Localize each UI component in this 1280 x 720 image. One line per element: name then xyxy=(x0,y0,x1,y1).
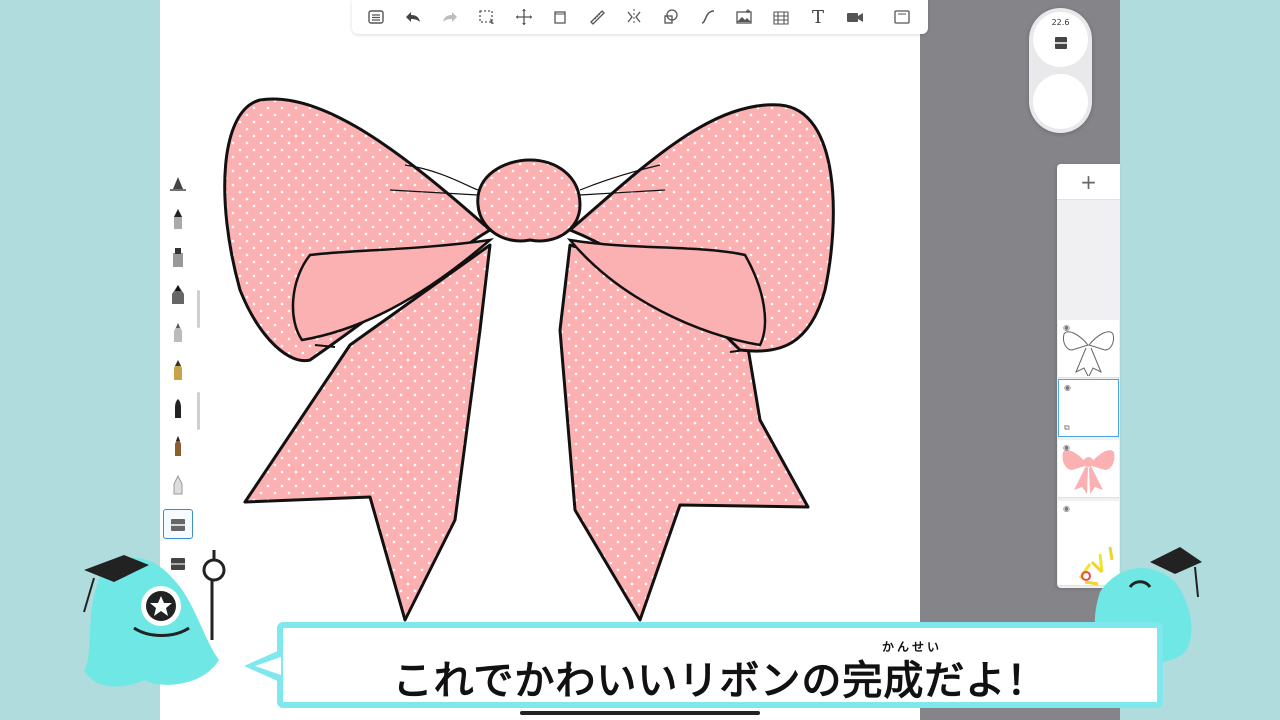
brush-pencil-icon[interactable] xyxy=(163,205,193,235)
brush-eraser-icon[interactable] xyxy=(163,509,193,539)
layer-lock-icon: ⧉ xyxy=(1064,423,1070,432)
text-icon[interactable]: T xyxy=(800,0,837,34)
image-icon[interactable] xyxy=(726,0,763,34)
eye-icon[interactable]: ◉ xyxy=(1064,383,1071,392)
perspective-grid-icon[interactable] xyxy=(763,0,800,34)
eye-icon[interactable]: ◉ xyxy=(1063,504,1070,513)
mascot-left xyxy=(83,550,226,687)
brush-opacity-control[interactable] xyxy=(1033,74,1088,129)
layer-empty[interactable]: ◉ ⧉ xyxy=(1058,379,1119,437)
video-icon[interactable] xyxy=(836,0,873,34)
redo-icon[interactable] xyxy=(432,0,469,34)
brush-airbrush-icon[interactable] xyxy=(163,318,193,348)
eye-icon[interactable]: ◉ xyxy=(1063,443,1070,452)
caption-box: かんせい これでかわいいリボンの完成だよ！ xyxy=(277,622,1163,708)
curve-icon[interactable] xyxy=(689,0,726,34)
brush-paint-icon[interactable] xyxy=(163,432,193,462)
brush-round-icon[interactable] xyxy=(163,394,193,424)
menu-list-icon[interactable] xyxy=(358,0,395,34)
brush-size-control[interactable]: 22.6 xyxy=(1033,12,1088,67)
eye-icon[interactable]: ◉ xyxy=(1063,323,1070,332)
add-layer-button[interactable]: + xyxy=(1057,164,1120,200)
brush-marker-icon[interactable] xyxy=(163,243,193,273)
fullscreen-icon[interactable] xyxy=(883,0,920,34)
eraser-icon xyxy=(1054,37,1067,49)
undo-icon[interactable] xyxy=(395,0,432,34)
symmetry-icon[interactable] xyxy=(616,0,653,34)
opacity-slider-track[interactable] xyxy=(197,392,200,430)
transform-icon[interactable] xyxy=(505,0,542,34)
layer-pink-ribbon[interactable]: ◉ xyxy=(1058,440,1119,498)
brush-library xyxy=(160,165,196,585)
home-indicator[interactable] xyxy=(520,711,760,715)
caption-pointer-inner xyxy=(255,657,281,675)
add-layer-label: + xyxy=(1080,169,1097,194)
ruler-icon[interactable] xyxy=(579,0,616,34)
selection-icon[interactable] xyxy=(468,0,505,34)
ribbon-knot xyxy=(476,158,582,243)
ribbon-artwork xyxy=(223,97,835,622)
layer-outline[interactable]: ◉ xyxy=(1058,320,1119,378)
text-tool-label: T xyxy=(811,6,824,28)
caption-text: これでかわいいリボンの完成だよ！ xyxy=(392,658,1048,704)
drawing-canvas[interactable] xyxy=(160,0,920,720)
brush-puck[interactable]: 22.6 xyxy=(1029,8,1092,133)
size-slider-track[interactable] xyxy=(197,290,200,328)
brush-fountain-pen-icon[interactable] xyxy=(163,356,193,386)
brush-size-value: 22.6 xyxy=(1051,18,1070,27)
fill-bucket-icon[interactable] xyxy=(542,0,579,34)
brush-eraser-soft-icon[interactable] xyxy=(163,470,193,500)
layers-panel: + ◉ ◉ ⧉ ◉ ◉ xyxy=(1057,164,1120,588)
brush-ink-icon[interactable] xyxy=(163,280,193,310)
brush-settings-icon[interactable] xyxy=(163,169,193,199)
top-toolbar: T xyxy=(352,0,928,34)
shape-icon[interactable] xyxy=(652,0,689,34)
